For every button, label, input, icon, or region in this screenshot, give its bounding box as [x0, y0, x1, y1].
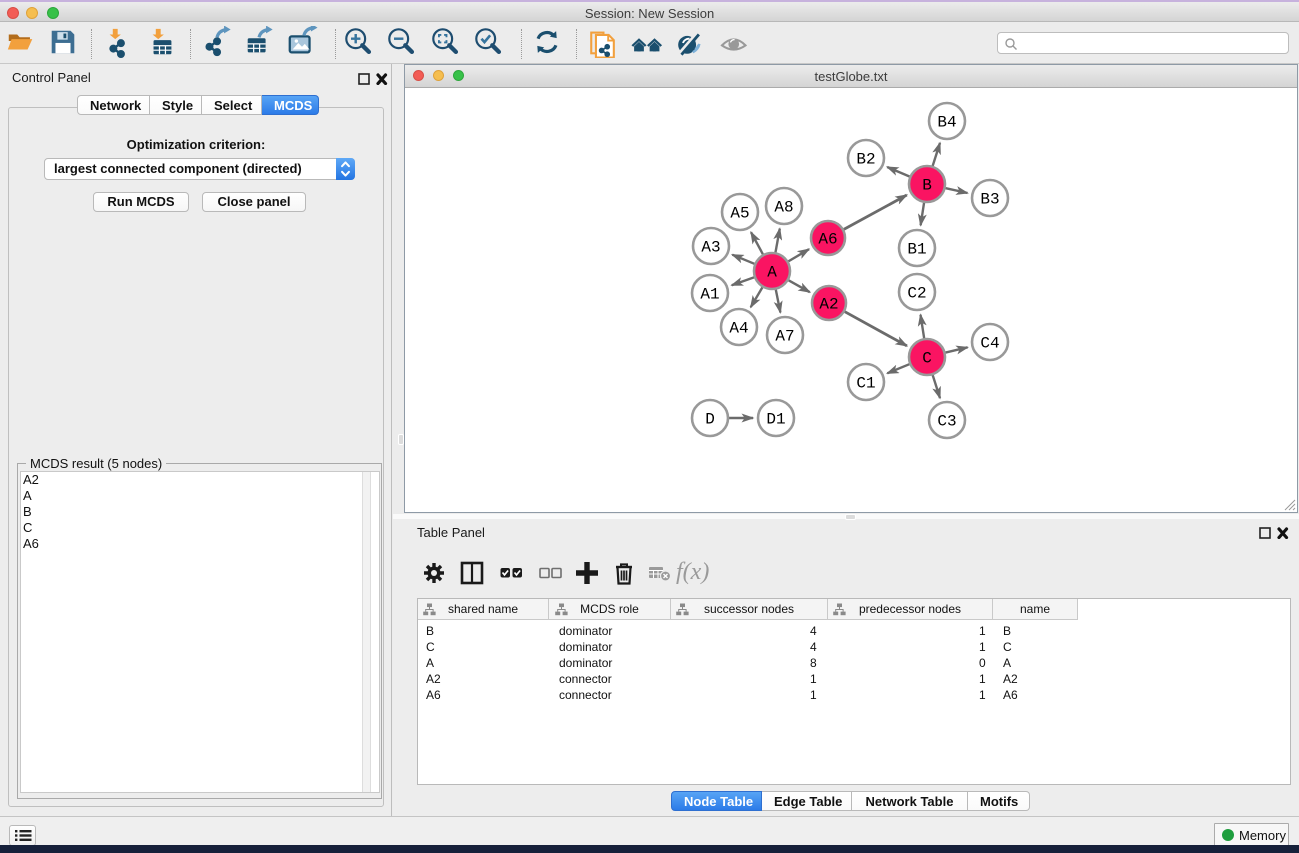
svg-text:A3: A3	[701, 239, 720, 257]
svg-text:A6: A6	[818, 231, 837, 249]
svg-text:A7: A7	[775, 328, 794, 346]
svg-text:A1: A1	[700, 286, 719, 304]
svg-text:C: C	[922, 350, 932, 368]
svg-text:B: B	[922, 177, 932, 195]
svg-text:A5: A5	[730, 205, 749, 223]
svg-text:B4: B4	[937, 114, 956, 132]
svg-text:C1: C1	[856, 375, 875, 393]
svg-text:A4: A4	[729, 320, 748, 338]
svg-text:B3: B3	[980, 191, 999, 209]
svg-text:A8: A8	[774, 199, 793, 217]
svg-text:A: A	[767, 264, 777, 282]
svg-text:C3: C3	[937, 413, 956, 431]
svg-text:C4: C4	[980, 335, 999, 353]
svg-text:C2: C2	[907, 285, 926, 303]
svg-text:A2: A2	[819, 296, 838, 314]
svg-text:D1: D1	[766, 411, 785, 429]
svg-text:D: D	[705, 411, 715, 429]
svg-text:B1: B1	[907, 241, 926, 259]
svg-text:B2: B2	[856, 151, 875, 169]
